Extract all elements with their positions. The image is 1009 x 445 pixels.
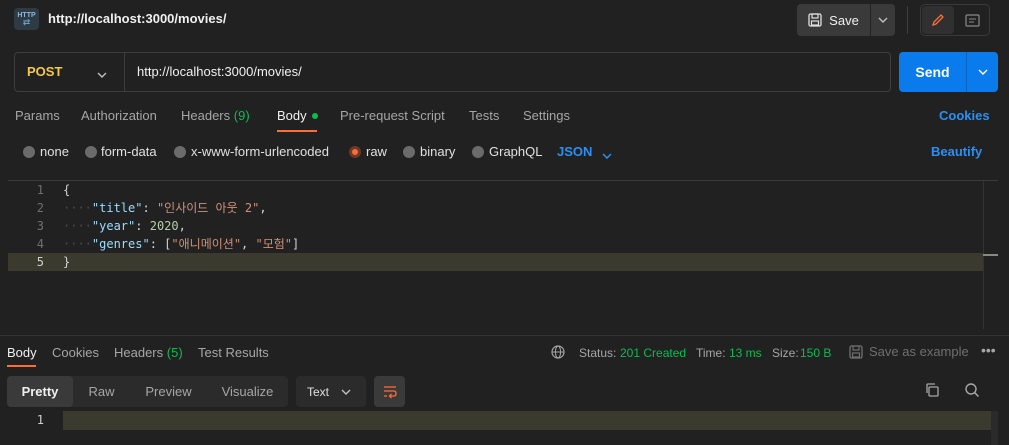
time-value[interactable]: 13 ms	[729, 346, 762, 360]
code-line: 4 ····"genres": ["애니메이션", "모험"]	[36, 237, 300, 251]
tab-tests[interactable]: Tests	[469, 108, 499, 123]
chevron-down-icon[interactable]	[97, 66, 107, 81]
tab-authorization[interactable]: Authorization	[81, 108, 157, 123]
globe-icon[interactable]	[551, 345, 565, 362]
response-tab-cookies[interactable]: Cookies	[52, 345, 99, 360]
wrap-lines-button[interactable]	[374, 376, 405, 407]
response-format-select[interactable]: Text	[296, 376, 366, 407]
body-indicator-dot	[311, 112, 318, 119]
code-line: 3 ····"year": 2020,	[36, 219, 186, 233]
tab-params[interactable]: Params	[15, 108, 60, 123]
request-title: http://localhost:3000/movies/	[48, 11, 227, 26]
status-label: Status:	[579, 346, 617, 360]
radio-binary-label[interactable]: binary	[420, 144, 455, 159]
radio-graphql-label[interactable]: GraphQL	[489, 144, 542, 159]
current-line-highlight	[63, 411, 998, 430]
radio-urlencoded-label[interactable]: x-www-form-urlencoded	[191, 144, 329, 159]
more-options-button[interactable]: •••	[981, 342, 996, 358]
view-pretty-button[interactable]: Pretty	[7, 376, 73, 407]
beautify-button[interactable]: Beautify	[931, 144, 982, 159]
response-headers-count: (5)	[166, 345, 183, 360]
radio-binary[interactable]	[403, 146, 415, 158]
tab-headers[interactable]: Headers (9)	[181, 108, 250, 123]
send-options-button[interactable]	[967, 52, 998, 92]
radio-raw-label[interactable]: raw	[366, 144, 387, 159]
tab-settings[interactable]: Settings	[523, 108, 570, 123]
save-button[interactable]: Save	[797, 4, 870, 36]
divider	[907, 6, 908, 34]
scrollbar-marker	[983, 254, 998, 256]
size-value[interactable]: 150 B	[800, 346, 831, 360]
view-preview-button[interactable]: Preview	[130, 376, 207, 407]
chevron-down-icon	[978, 69, 987, 75]
edit-mode-button[interactable]	[922, 6, 954, 34]
response-body-viewer[interactable]: 1	[8, 411, 998, 430]
chevron-down-icon	[878, 17, 888, 23]
response-tab-body[interactable]: Body	[7, 345, 37, 360]
response-scrollbar[interactable]	[991, 411, 998, 445]
radio-urlencoded[interactable]	[174, 146, 186, 158]
send-button[interactable]: Send	[899, 52, 966, 92]
save-label: Save	[829, 12, 859, 28]
copy-icon[interactable]	[924, 382, 940, 401]
response-tab-test-results[interactable]: Test Results	[198, 345, 269, 360]
cookies-link[interactable]: Cookies	[939, 108, 990, 123]
view-visualize-button[interactable]: Visualize	[207, 376, 288, 407]
radio-raw[interactable]	[349, 146, 361, 158]
wrap-lines-icon	[383, 385, 397, 398]
chevron-down-icon[interactable]	[602, 147, 612, 162]
floppy-disk-icon	[808, 13, 822, 27]
radio-none[interactable]	[23, 146, 35, 158]
pencil-icon	[931, 14, 944, 27]
divider	[0, 335, 1009, 336]
body-format-select[interactable]: JSON	[557, 144, 592, 159]
save-options-button[interactable]	[871, 4, 895, 36]
tab-body[interactable]: Body	[277, 108, 318, 123]
active-tab-indicator	[277, 130, 317, 132]
view-raw-button[interactable]: Raw	[73, 376, 130, 407]
floppy-disk-icon	[849, 344, 863, 359]
save-as-example-button[interactable]: Save as example	[849, 344, 969, 359]
status-value[interactable]: 201 Created	[620, 346, 686, 360]
method-select[interactable]: POST	[27, 64, 62, 79]
tab-pre-request-script[interactable]: Pre-request Script	[340, 108, 445, 123]
url-input[interactable]: http://localhost:3000/movies/	[137, 64, 837, 79]
code-line: 2 ····"title": "인사이드 아웃 2",	[36, 201, 267, 215]
divider	[124, 53, 125, 91]
headers-count: (9)	[233, 108, 250, 123]
comment-icon	[964, 13, 980, 27]
code-line-current: 5 }	[8, 253, 983, 271]
radio-none-label[interactable]: none	[40, 144, 69, 159]
chevron-down-icon	[341, 389, 351, 395]
http-request-icon: HTTP ⇄	[14, 8, 39, 30]
active-tab-indicator	[7, 365, 36, 367]
line-number: 1	[36, 413, 44, 427]
radio-form-data-label[interactable]: form-data	[101, 144, 157, 159]
response-tab-headers[interactable]: Headers (5)	[114, 345, 183, 360]
time-label: Time:	[696, 346, 726, 360]
size-label: Size:	[772, 346, 799, 360]
comments-button[interactable]	[956, 6, 988, 34]
search-icon[interactable]	[964, 382, 980, 401]
code-line: 1 {	[36, 183, 71, 197]
radio-form-data[interactable]	[85, 146, 97, 158]
tab-headers-label: Headers	[181, 108, 231, 123]
tab-body-label: Body	[277, 108, 307, 123]
radio-graphql[interactable]	[472, 146, 484, 158]
